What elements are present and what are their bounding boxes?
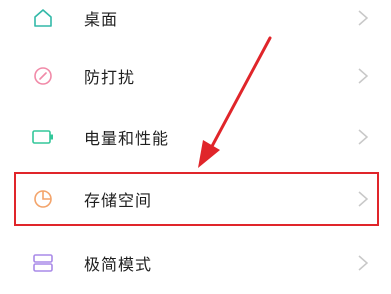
do-not-disturb-icon	[32, 65, 54, 87]
settings-item-storage[interactable]: 存储空间	[0, 169, 391, 229]
settings-item-label: 电量和性能	[84, 129, 170, 148]
settings-item-label: 存储空间	[84, 191, 153, 210]
settings-item-simple-mode[interactable]: 极简模式	[0, 233, 391, 293]
settings-item-label: 防打扰	[84, 68, 136, 87]
storage-pie-icon	[32, 188, 54, 210]
settings-item-desktop[interactable]: 桌面	[0, 0, 391, 48]
chevron-right-icon	[358, 255, 369, 271]
chevron-right-icon	[358, 129, 369, 145]
home-icon	[32, 7, 54, 29]
settings-item-label: 桌面	[84, 10, 119, 29]
battery-icon	[32, 126, 54, 148]
settings-item-label: 极简模式	[84, 255, 153, 274]
settings-item-do-not-disturb[interactable]: 防打扰	[0, 46, 391, 106]
chevron-right-icon	[358, 68, 369, 84]
chevron-right-icon	[358, 10, 369, 26]
chevron-right-icon	[358, 191, 369, 207]
simple-mode-icon	[32, 252, 54, 274]
settings-item-battery-performance[interactable]: 电量和性能	[0, 107, 391, 167]
